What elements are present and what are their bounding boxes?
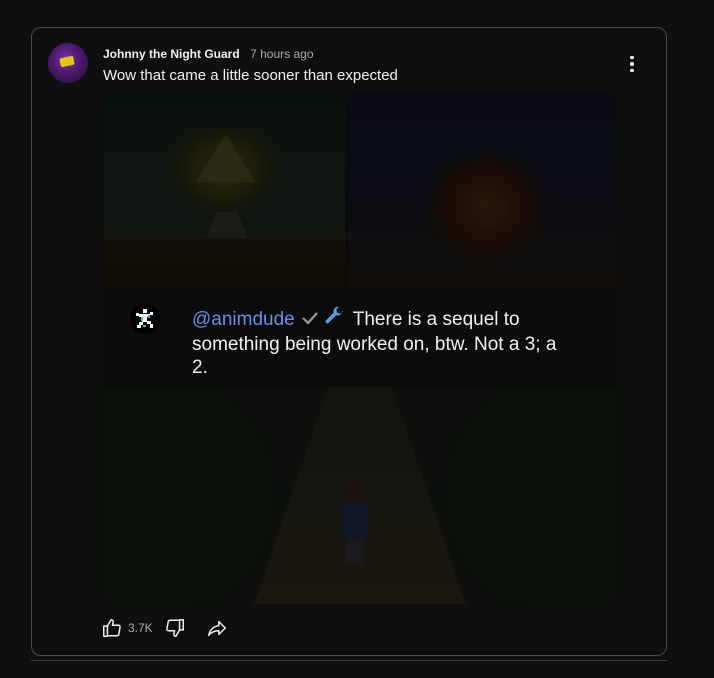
more-dot <box>630 62 634 66</box>
more-dot <box>630 68 634 73</box>
figure-body <box>342 503 368 539</box>
like-count: 3.7K <box>128 621 153 635</box>
quoted-author-avatar <box>130 304 160 334</box>
thumbs-up-icon <box>103 619 121 637</box>
check-icon <box>301 308 319 331</box>
bush-right <box>446 387 616 604</box>
wrench-icon <box>323 305 345 333</box>
like-button[interactable] <box>100 616 124 640</box>
comment-timestamp[interactable]: 7 hours ago <box>250 47 313 61</box>
image-panel-top-left <box>104 92 346 288</box>
quoted-comment: @animdude There is a sequel to something … <box>130 304 570 384</box>
comment-text: Wow that came a little sooner than expec… <box>103 67 398 84</box>
quoted-comment-text: @animdude There is a sequel to something … <box>192 305 572 379</box>
building-glow <box>426 152 546 262</box>
dislike-button[interactable] <box>163 616 187 640</box>
divider <box>31 660 667 661</box>
more-vertical-icon <box>630 55 634 60</box>
ground-shape <box>104 238 346 288</box>
pixel-runner-icon <box>130 304 160 334</box>
warning-sign-shape <box>196 134 256 182</box>
comment-header: Johnny the Night Guard 7 hours ago <box>103 45 314 63</box>
character-figure <box>342 479 368 569</box>
comment-actions: 3.7K <box>100 616 229 640</box>
author-name[interactable]: Johnny the Night Guard <box>103 47 240 61</box>
bush-left <box>104 387 274 604</box>
more-options-button[interactable] <box>622 52 642 76</box>
share-button[interactable] <box>205 616 229 640</box>
mention-handle[interactable]: @animdude <box>192 309 295 330</box>
figure-legs <box>346 539 364 565</box>
author-avatar[interactable] <box>48 43 88 83</box>
thumbs-down-icon <box>165 619 184 637</box>
image-panel-bottom <box>104 387 616 604</box>
avatar-badge <box>59 55 75 68</box>
figure-head <box>344 479 366 501</box>
share-icon <box>207 620 226 637</box>
image-panel-top-right <box>348 92 616 288</box>
